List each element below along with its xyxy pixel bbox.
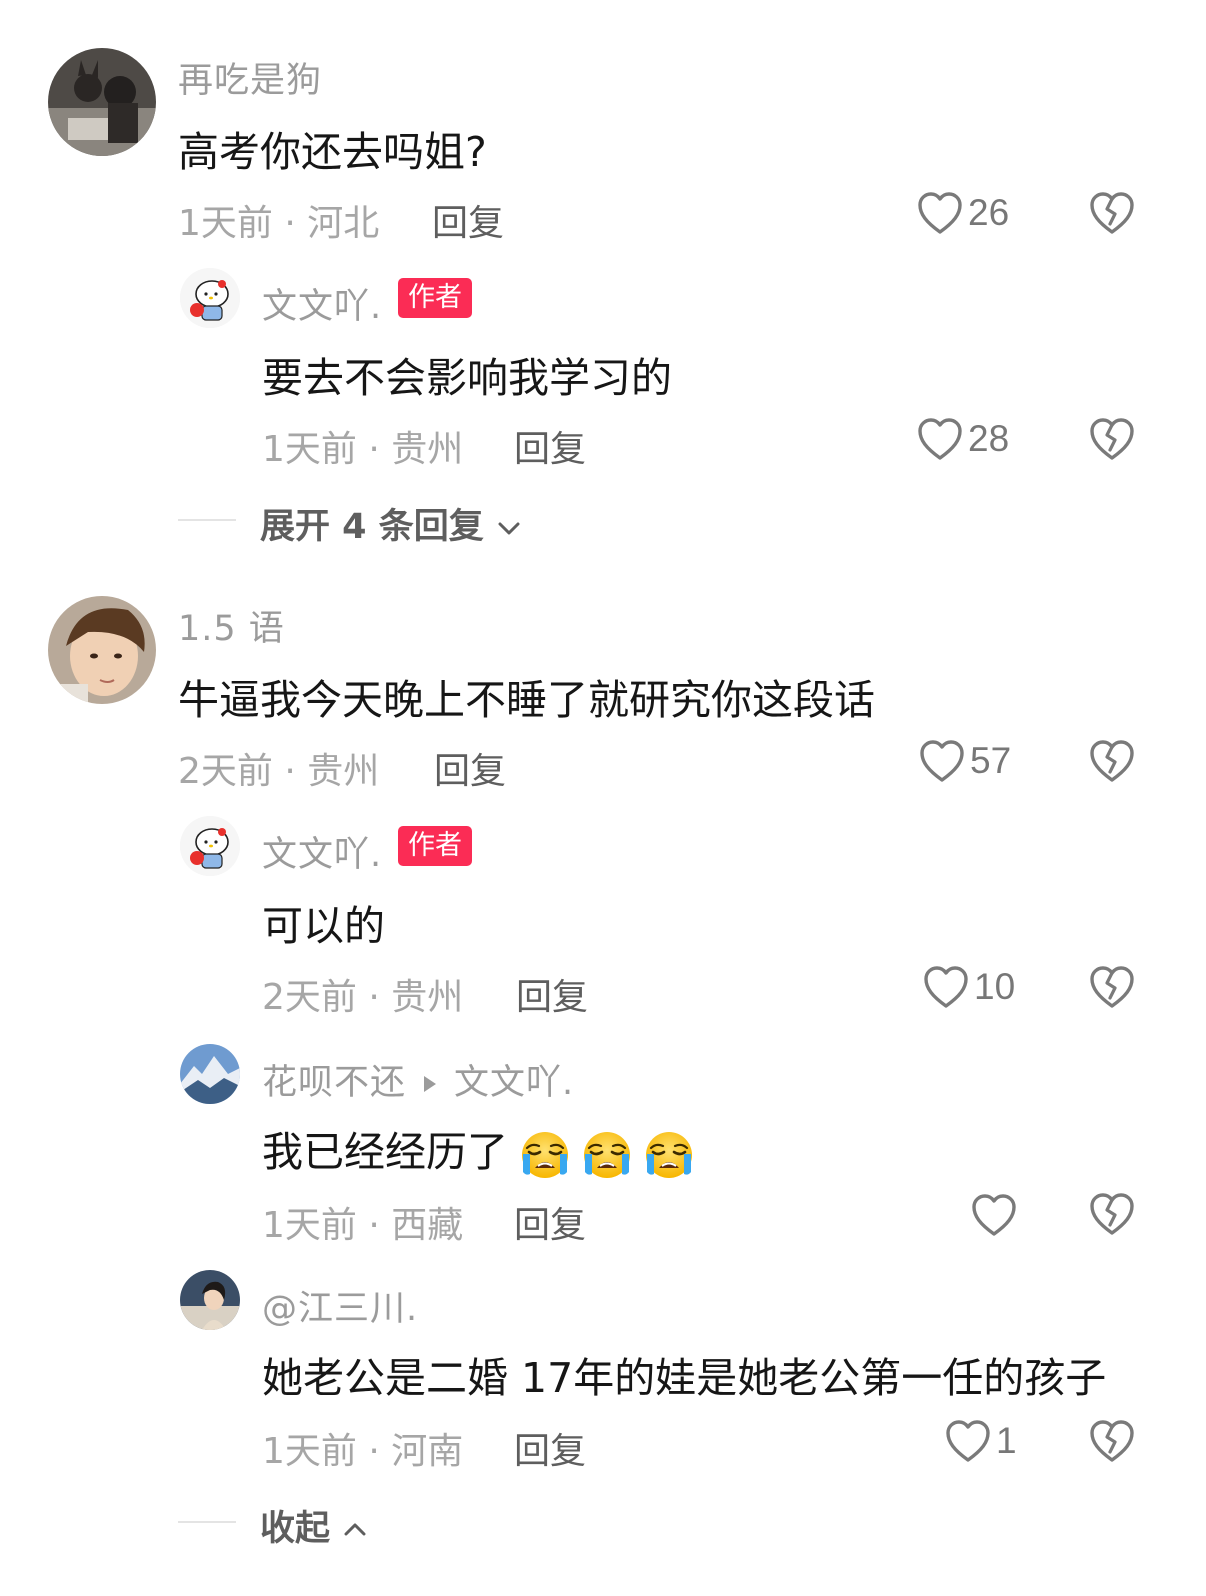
avatar[interactable] xyxy=(48,48,156,156)
reply-username[interactable]: 文文吖. xyxy=(262,278,382,329)
heart-outline-icon xyxy=(944,1418,992,1464)
reply-username[interactable]: @江三川. xyxy=(262,1280,418,1331)
reply-meta: 1天前 · 西藏 xyxy=(262,1205,464,1246)
reply-meta: 1天前 · 贵州 xyxy=(262,429,464,470)
reply-button[interactable]: 回复 xyxy=(514,1422,586,1474)
like-count: 10 xyxy=(974,966,1016,1007)
divider xyxy=(178,519,236,521)
reply-meta: 1天前 · 河南 xyxy=(262,1431,464,1472)
reply-button[interactable]: 回复 xyxy=(432,194,504,246)
chevron-up-icon xyxy=(344,1523,366,1536)
broken-heart-icon[interactable] xyxy=(1088,737,1136,785)
reply-to-arrow-icon xyxy=(424,1076,437,1092)
like-button[interactable]: 28 xyxy=(916,414,1009,464)
comment-meta: 2天前 · 贵州 xyxy=(178,751,380,792)
expand-replies-button[interactable]: 展开 4 条回复 xyxy=(260,498,522,549)
like-count: 1 xyxy=(996,1420,1017,1461)
heart-outline-icon xyxy=(970,1192,1018,1238)
reply-username[interactable]: 文文吖. xyxy=(262,826,382,877)
avatar[interactable] xyxy=(180,816,240,876)
reply-text: 她老公是二婚 17年的娃是她老公第一任的孩子 xyxy=(262,1354,1107,1402)
broken-heart-icon[interactable] xyxy=(1088,1417,1136,1465)
broken-heart-icon[interactable] xyxy=(1088,1190,1136,1238)
heart-outline-icon xyxy=(916,190,964,236)
broken-heart-icon[interactable] xyxy=(1088,415,1136,463)
reply-button[interactable]: 回复 xyxy=(514,420,586,472)
reply-meta: 2天前 · 贵州 xyxy=(262,977,464,1018)
heart-outline-icon xyxy=(916,416,964,462)
like-count: 28 xyxy=(968,418,1010,459)
comment-meta: 1天前 · 河北 xyxy=(178,203,380,244)
avatar[interactable] xyxy=(180,268,240,328)
comment-username[interactable]: 1.5 语 xyxy=(178,600,285,651)
like-count: 57 xyxy=(970,740,1012,781)
like-button[interactable]: 26 xyxy=(916,188,1009,238)
avatar[interactable] xyxy=(180,1270,240,1330)
heart-outline-icon xyxy=(918,738,966,784)
like-button[interactable]: 10 xyxy=(922,962,1015,1012)
reply-button[interactable]: 回复 xyxy=(514,1196,586,1248)
reply-text: 可以的 xyxy=(262,902,385,950)
broken-heart-icon[interactable] xyxy=(1088,189,1136,237)
like-count: 26 xyxy=(968,192,1010,233)
collapse-replies-label: 收起 xyxy=(260,1509,331,1549)
avatar[interactable] xyxy=(48,596,156,704)
comment-text: 高考你还去吗姐? xyxy=(178,128,487,176)
divider xyxy=(178,1521,236,1523)
like-button[interactable] xyxy=(970,1190,1022,1240)
reply-text: 要去不会影响我学习的 xyxy=(262,354,672,402)
like-button[interactable]: 57 xyxy=(918,736,1011,786)
reply-button[interactable]: 回复 xyxy=(516,968,588,1020)
like-button[interactable]: 1 xyxy=(944,1416,1017,1466)
reply-text: 我已经经历了 xyxy=(262,1118,694,1180)
reply-username-text: 花呗不还 xyxy=(262,1063,407,1103)
reply-to-username[interactable]: 文文吖. xyxy=(454,1063,574,1103)
reply-text-content: 我已经经历了 xyxy=(262,1128,508,1176)
collapse-replies-button[interactable]: 收起 xyxy=(260,1500,368,1551)
author-badge: 作者 xyxy=(398,826,472,866)
comment-text: 牛逼我今天晚上不睡了就研究你这段话 xyxy=(178,676,875,724)
chevron-down-icon xyxy=(498,522,520,535)
heart-outline-icon xyxy=(922,964,970,1010)
comment-username[interactable]: 再吃是狗 xyxy=(178,52,322,103)
reply-username[interactable]: 花呗不还 文文吖. xyxy=(262,1054,574,1105)
loudly-crying-face-emoji xyxy=(520,1130,570,1180)
avatar[interactable] xyxy=(180,1044,240,1104)
reply-button[interactable]: 回复 xyxy=(434,742,506,794)
expand-replies-label: 展开 4 条回复 xyxy=(260,507,484,547)
loudly-crying-face-emoji xyxy=(582,1130,632,1180)
loudly-crying-face-emoji xyxy=(644,1130,694,1180)
author-badge: 作者 xyxy=(398,278,472,318)
broken-heart-icon[interactable] xyxy=(1088,963,1136,1011)
